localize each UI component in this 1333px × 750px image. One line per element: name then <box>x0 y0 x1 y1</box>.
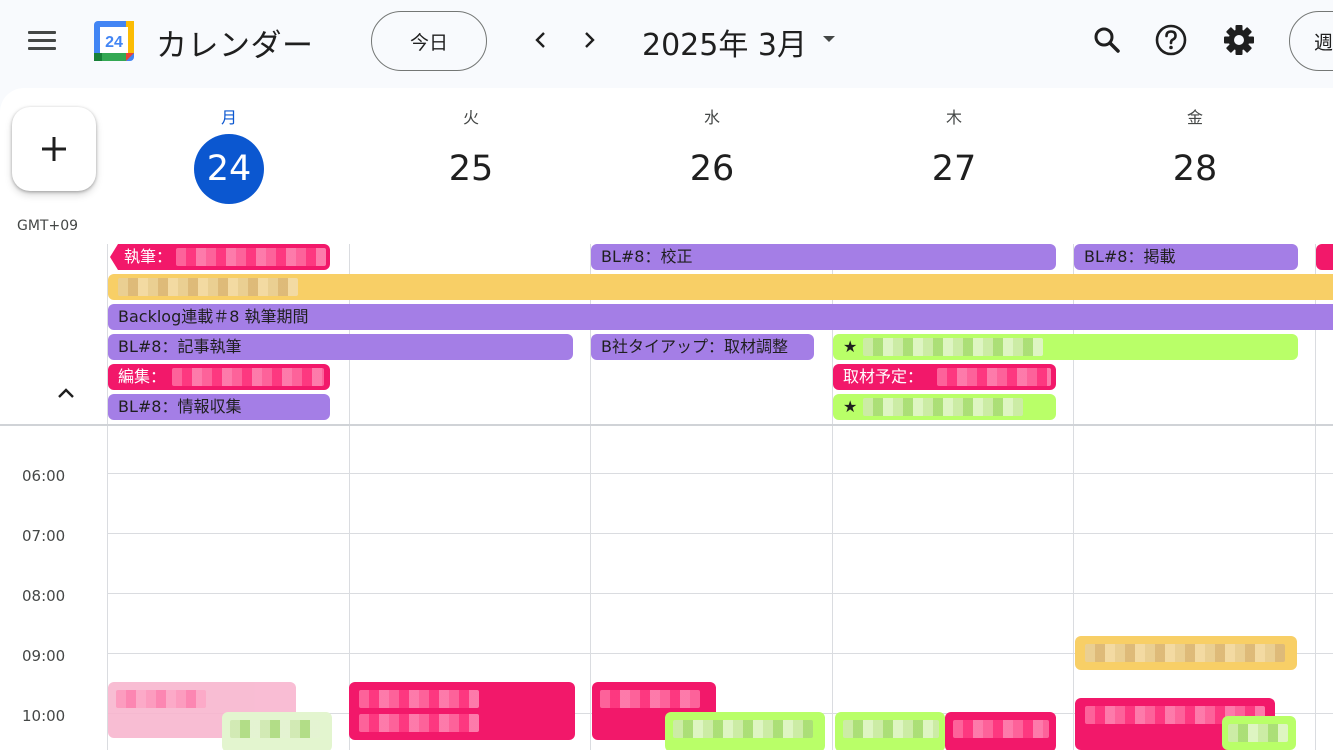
timed-event-green-fri[interactable] <box>1222 716 1296 750</box>
allday-event-star-green-1[interactable]: ★ <box>833 334 1298 360</box>
previous-week-button[interactable] <box>521 20 561 60</box>
view-switcher-button[interactable]: 週 <box>1289 11 1333 71</box>
redacted-text <box>953 720 1049 738</box>
redacted-text <box>359 690 479 708</box>
timed-event-pink-thu[interactable] <box>945 712 1056 750</box>
day-number[interactable]: 24 <box>194 134 264 204</box>
redacted-text <box>1085 644 1285 662</box>
allday-event-overflow-pink[interactable] <box>1316 244 1333 270</box>
timed-event-pink-tue[interactable] <box>349 682 575 740</box>
top-bar: 24 カレンダー 今日 2025年 3月 週 <box>0 0 1333 88</box>
allday-event-joho-shushu[interactable]: BL#8：情報収集 <box>108 394 330 420</box>
allday-event-keisai[interactable]: BL#8：掲載 <box>1074 244 1298 270</box>
redacted-text <box>172 368 324 386</box>
help-icon <box>1155 24 1187 56</box>
caret-down-icon <box>823 36 835 42</box>
redacted-text <box>176 248 326 266</box>
redacted-text <box>673 720 813 738</box>
day-of-week: 木 <box>945 108 962 127</box>
day-of-week: 金 <box>1186 108 1203 127</box>
plus-icon <box>42 137 66 161</box>
main-menu-button[interactable] <box>18 20 66 60</box>
search-button[interactable] <box>1086 19 1128 61</box>
calendar-app: 24 カレンダー 今日 2025年 3月 週 GMT+09 月 24 火 25 … <box>0 0 1333 750</box>
allday-event-tieup[interactable]: B社タイアップ：取材調整 <box>591 334 814 360</box>
timed-event-green-wed[interactable] <box>665 712 825 750</box>
calendar-logo-icon: 24 <box>94 21 134 61</box>
redacted-text <box>937 368 1051 386</box>
allday-event-backlog-period[interactable]: Backlog連載＃8 執筆期間 <box>108 304 1333 330</box>
time-label: 06:00 <box>22 467 66 485</box>
day-header-tue: 火 25 <box>350 88 592 238</box>
day-header-wed: 水 26 <box>591 88 833 238</box>
collapse-allday-button[interactable] <box>48 378 84 408</box>
redacted-text <box>118 278 298 296</box>
day-number[interactable]: 27 <box>919 134 989 204</box>
logo-day-number: 24 <box>105 34 123 51</box>
chevron-right-icon <box>585 32 595 48</box>
allday-event-yellow-redacted[interactable] <box>108 274 1333 300</box>
redacted-text <box>230 720 320 738</box>
next-week-button[interactable] <box>569 20 609 60</box>
hour-line <box>108 533 1333 534</box>
allday-event-star-green-2[interactable]: ★ <box>833 394 1056 420</box>
timed-event-yellow-redacted[interactable] <box>1075 636 1297 670</box>
allday-event-henshu[interactable]: 編集： <box>108 364 330 390</box>
day-number[interactable]: 28 <box>1160 134 1230 204</box>
current-period-title[interactable]: 2025年 3月 <box>642 20 807 64</box>
day-of-week: 火 <box>462 108 479 127</box>
help-button[interactable] <box>1150 19 1192 61</box>
time-label: 07:00 <box>22 527 66 545</box>
redacted-text <box>843 720 939 738</box>
menu-icon <box>28 30 56 34</box>
timed-event-green-thu[interactable] <box>835 712 945 750</box>
allday-separator <box>0 424 1333 426</box>
date-picker-dropdown[interactable] <box>818 28 840 50</box>
create-event-button[interactable] <box>12 107 96 191</box>
day-header-mon: 月 24 <box>108 88 350 238</box>
allday-event-kiji-shippitsu[interactable]: BL#8：記事執筆 <box>108 334 573 360</box>
allday-event-shuzai-yotei[interactable]: 取材予定： <box>833 364 1056 390</box>
chevron-left-icon <box>535 32 545 48</box>
hour-line <box>108 473 1333 474</box>
day-number[interactable]: 26 <box>677 134 747 204</box>
gear-icon <box>1224 25 1254 55</box>
day-header-thu: 木 27 <box>833 88 1075 238</box>
chevron-up-icon <box>58 388 74 398</box>
week-view: GMT+09 月 24 火 25 水 26 木 27 金 28 執筆： BL#8… <box>0 88 1333 750</box>
day-of-week: 月 <box>220 108 237 127</box>
day-of-week: 水 <box>703 108 720 127</box>
allday-event-kousei[interactable]: BL#8：校正 <box>591 244 1056 270</box>
timed-event-green-light-mon[interactable] <box>222 712 332 750</box>
redacted-text <box>600 690 700 708</box>
today-button[interactable]: 今日 <box>371 11 487 71</box>
time-label: 08:00 <box>22 587 66 605</box>
allday-event-shippitsu[interactable]: 執筆： <box>110 244 330 270</box>
redacted-text <box>116 690 206 708</box>
timezone-label: GMT+09 <box>17 218 79 234</box>
day-header-fri: 金 28 <box>1074 88 1316 238</box>
redacted-text <box>1228 724 1288 742</box>
search-icon <box>1094 27 1120 53</box>
time-label: 09:00 <box>22 647 66 665</box>
redacted-text <box>863 338 1043 356</box>
redacted-text <box>359 714 479 732</box>
settings-button[interactable] <box>1218 19 1260 61</box>
hour-line <box>108 593 1333 594</box>
redacted-text <box>863 398 1023 416</box>
day-number[interactable]: 25 <box>436 134 506 204</box>
time-label: 10:00 <box>22 707 66 725</box>
app-title: カレンダー <box>156 28 314 64</box>
